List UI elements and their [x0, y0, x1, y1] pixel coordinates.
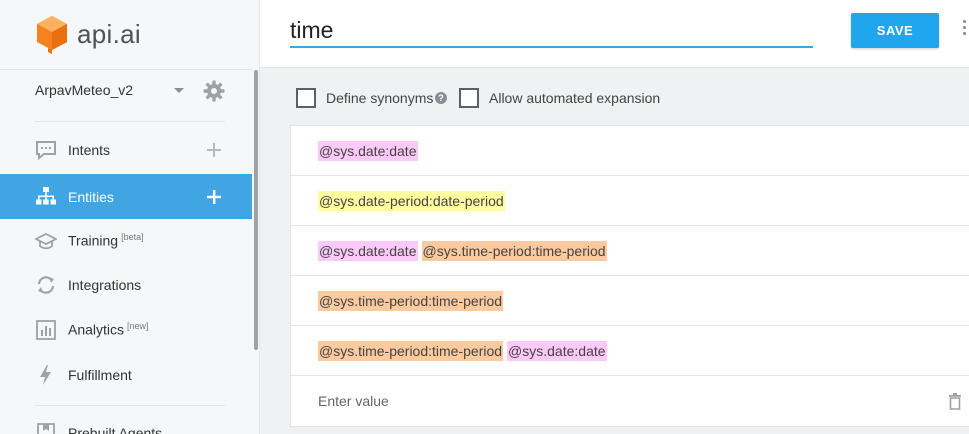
sitemap-icon — [36, 187, 56, 205]
entity-value-row[interactable]: @sys.time-period:time-period — [291, 276, 969, 326]
help-icon[interactable]: ? — [435, 92, 447, 104]
sidebar-item-prebuilt-agents[interactable]: Prebuilt Agents — [0, 410, 252, 434]
entity-value-input-row — [291, 376, 969, 426]
sidebar-divider — [35, 405, 225, 406]
entity-tag[interactable]: @sys.time-period:time-period — [318, 290, 504, 311]
sidebar-scrollbar[interactable] — [254, 70, 258, 350]
sidebar-item-entities[interactable]: Entities — [0, 174, 252, 219]
agent-name: ArpavMeteo_v2 — [35, 82, 134, 98]
enter-value-input[interactable] — [318, 393, 818, 409]
sidebar-item-integrations[interactable]: Integrations — [0, 262, 252, 307]
bookmark-icon — [37, 423, 55, 434]
add-intent-icon[interactable] — [204, 140, 224, 160]
brand-logo[interactable]: api.ai — [35, 14, 141, 54]
entity-tag[interactable]: @sys.time-period:time-period — [421, 240, 607, 261]
entity-value-row[interactable]: @sys.date-period:date-period — [291, 176, 969, 226]
entity-tag[interactable]: @sys.date:date — [507, 340, 607, 361]
sidebar-item-label: Analytics [new] — [68, 321, 149, 338]
sidebar-item-label: Entities — [68, 188, 114, 205]
entity-tag[interactable]: @sys.date:date — [318, 240, 418, 261]
sidebar-item-label: Training [beta] — [68, 232, 144, 249]
sidebar-item-label: Integrations — [68, 276, 142, 293]
define-synonyms-checkbox[interactable] — [296, 88, 316, 108]
sidebar-item-intents[interactable]: Intents — [0, 127, 252, 172]
sidebar: api.ai ArpavMeteo_v2 Intents Entities Tr… — [0, 0, 260, 434]
entity-tag[interactable]: @sys.date-period:date-period — [318, 190, 505, 211]
sidebar-item-label: Prebuilt Agents — [68, 424, 163, 434]
brand-name: api.ai — [77, 18, 141, 49]
sync-icon — [37, 276, 55, 294]
sidebar-item-analytics[interactable]: Analytics [new] — [0, 307, 252, 352]
add-entity-icon[interactable] — [204, 187, 224, 207]
entity-values-list: @sys.date:date @sys.date-period:date-per… — [290, 125, 969, 427]
entity-header: SAVE — [260, 0, 969, 68]
trash-icon[interactable] — [947, 392, 963, 410]
sidebar-item-label: Fulfillment — [68, 366, 132, 383]
entity-value-row[interactable]: @sys.date:date — [291, 126, 969, 176]
entity-value-row[interactable]: @sys.time-period:time-period @sys.date:d… — [291, 326, 969, 376]
api-ai-logo-icon — [37, 16, 67, 54]
chat-bubble-icon — [36, 141, 56, 161]
auto-expansion-checkbox[interactable] — [459, 88, 479, 108]
gear-icon[interactable] — [203, 80, 225, 102]
beta-badge: [beta] — [121, 232, 144, 243]
entity-name-input[interactable] — [290, 14, 813, 48]
save-button[interactable]: SAVE — [851, 13, 939, 48]
graduation-cap-icon — [35, 232, 57, 250]
main-content: SAVE Define synonyms ? Allow automated e… — [260, 0, 969, 434]
entity-value-row[interactable]: @sys.date:date @sys.time-period:time-per… — [291, 226, 969, 276]
sidebar-item-fulfillment[interactable]: Fulfillment — [0, 352, 252, 397]
entity-tag[interactable]: @sys.time-period:time-period — [318, 340, 504, 361]
auto-expansion-label: Allow automated expansion — [489, 90, 661, 106]
more-options-icon[interactable] — [963, 20, 967, 40]
lightning-icon — [40, 365, 51, 385]
chevron-down-icon[interactable] — [174, 88, 184, 93]
bar-chart-icon — [36, 320, 56, 340]
entity-tag[interactable]: @sys.date:date — [318, 140, 418, 161]
sidebar-item-label: Intents — [68, 141, 111, 158]
define-synonyms-label: Define synonyms — [326, 90, 434, 106]
new-badge: [new] — [127, 321, 149, 332]
sidebar-divider — [35, 121, 225, 122]
sidebar-item-training[interactable]: Training [beta] — [0, 218, 252, 263]
